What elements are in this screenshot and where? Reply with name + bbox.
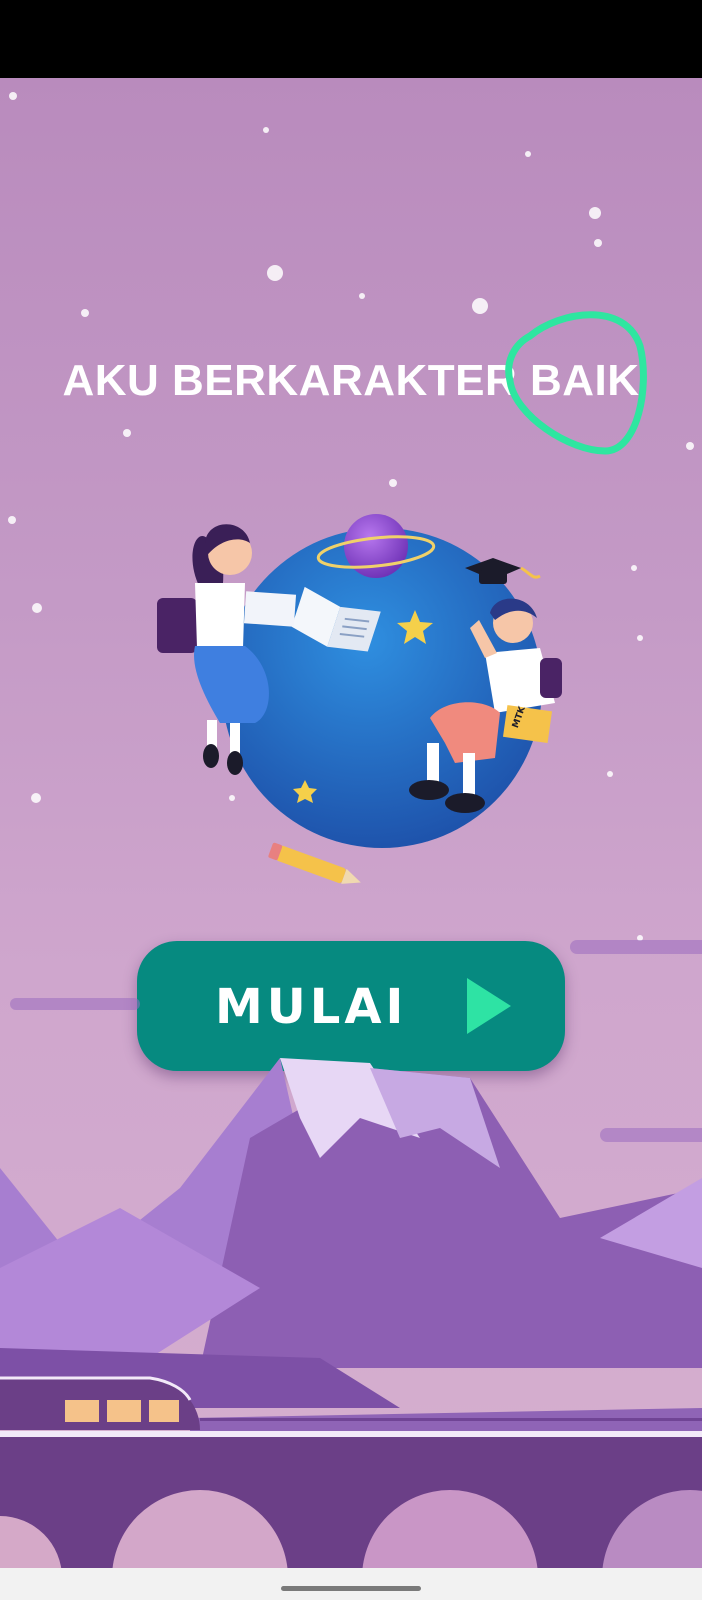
navigation-bar xyxy=(0,1568,702,1600)
highlight-circle-annotation xyxy=(505,311,647,455)
train-icon xyxy=(0,1376,200,1430)
pencil-icon xyxy=(268,842,361,884)
status-bar xyxy=(0,0,702,78)
mountain-landscape xyxy=(0,940,702,1568)
students-illustration: MTK xyxy=(157,514,562,884)
home-indicator[interactable] xyxy=(281,1586,421,1591)
splash-screen: AKU BERKARAKTER BAIK MTK MULAI xyxy=(0,78,702,1568)
bridge xyxy=(0,1431,702,1568)
